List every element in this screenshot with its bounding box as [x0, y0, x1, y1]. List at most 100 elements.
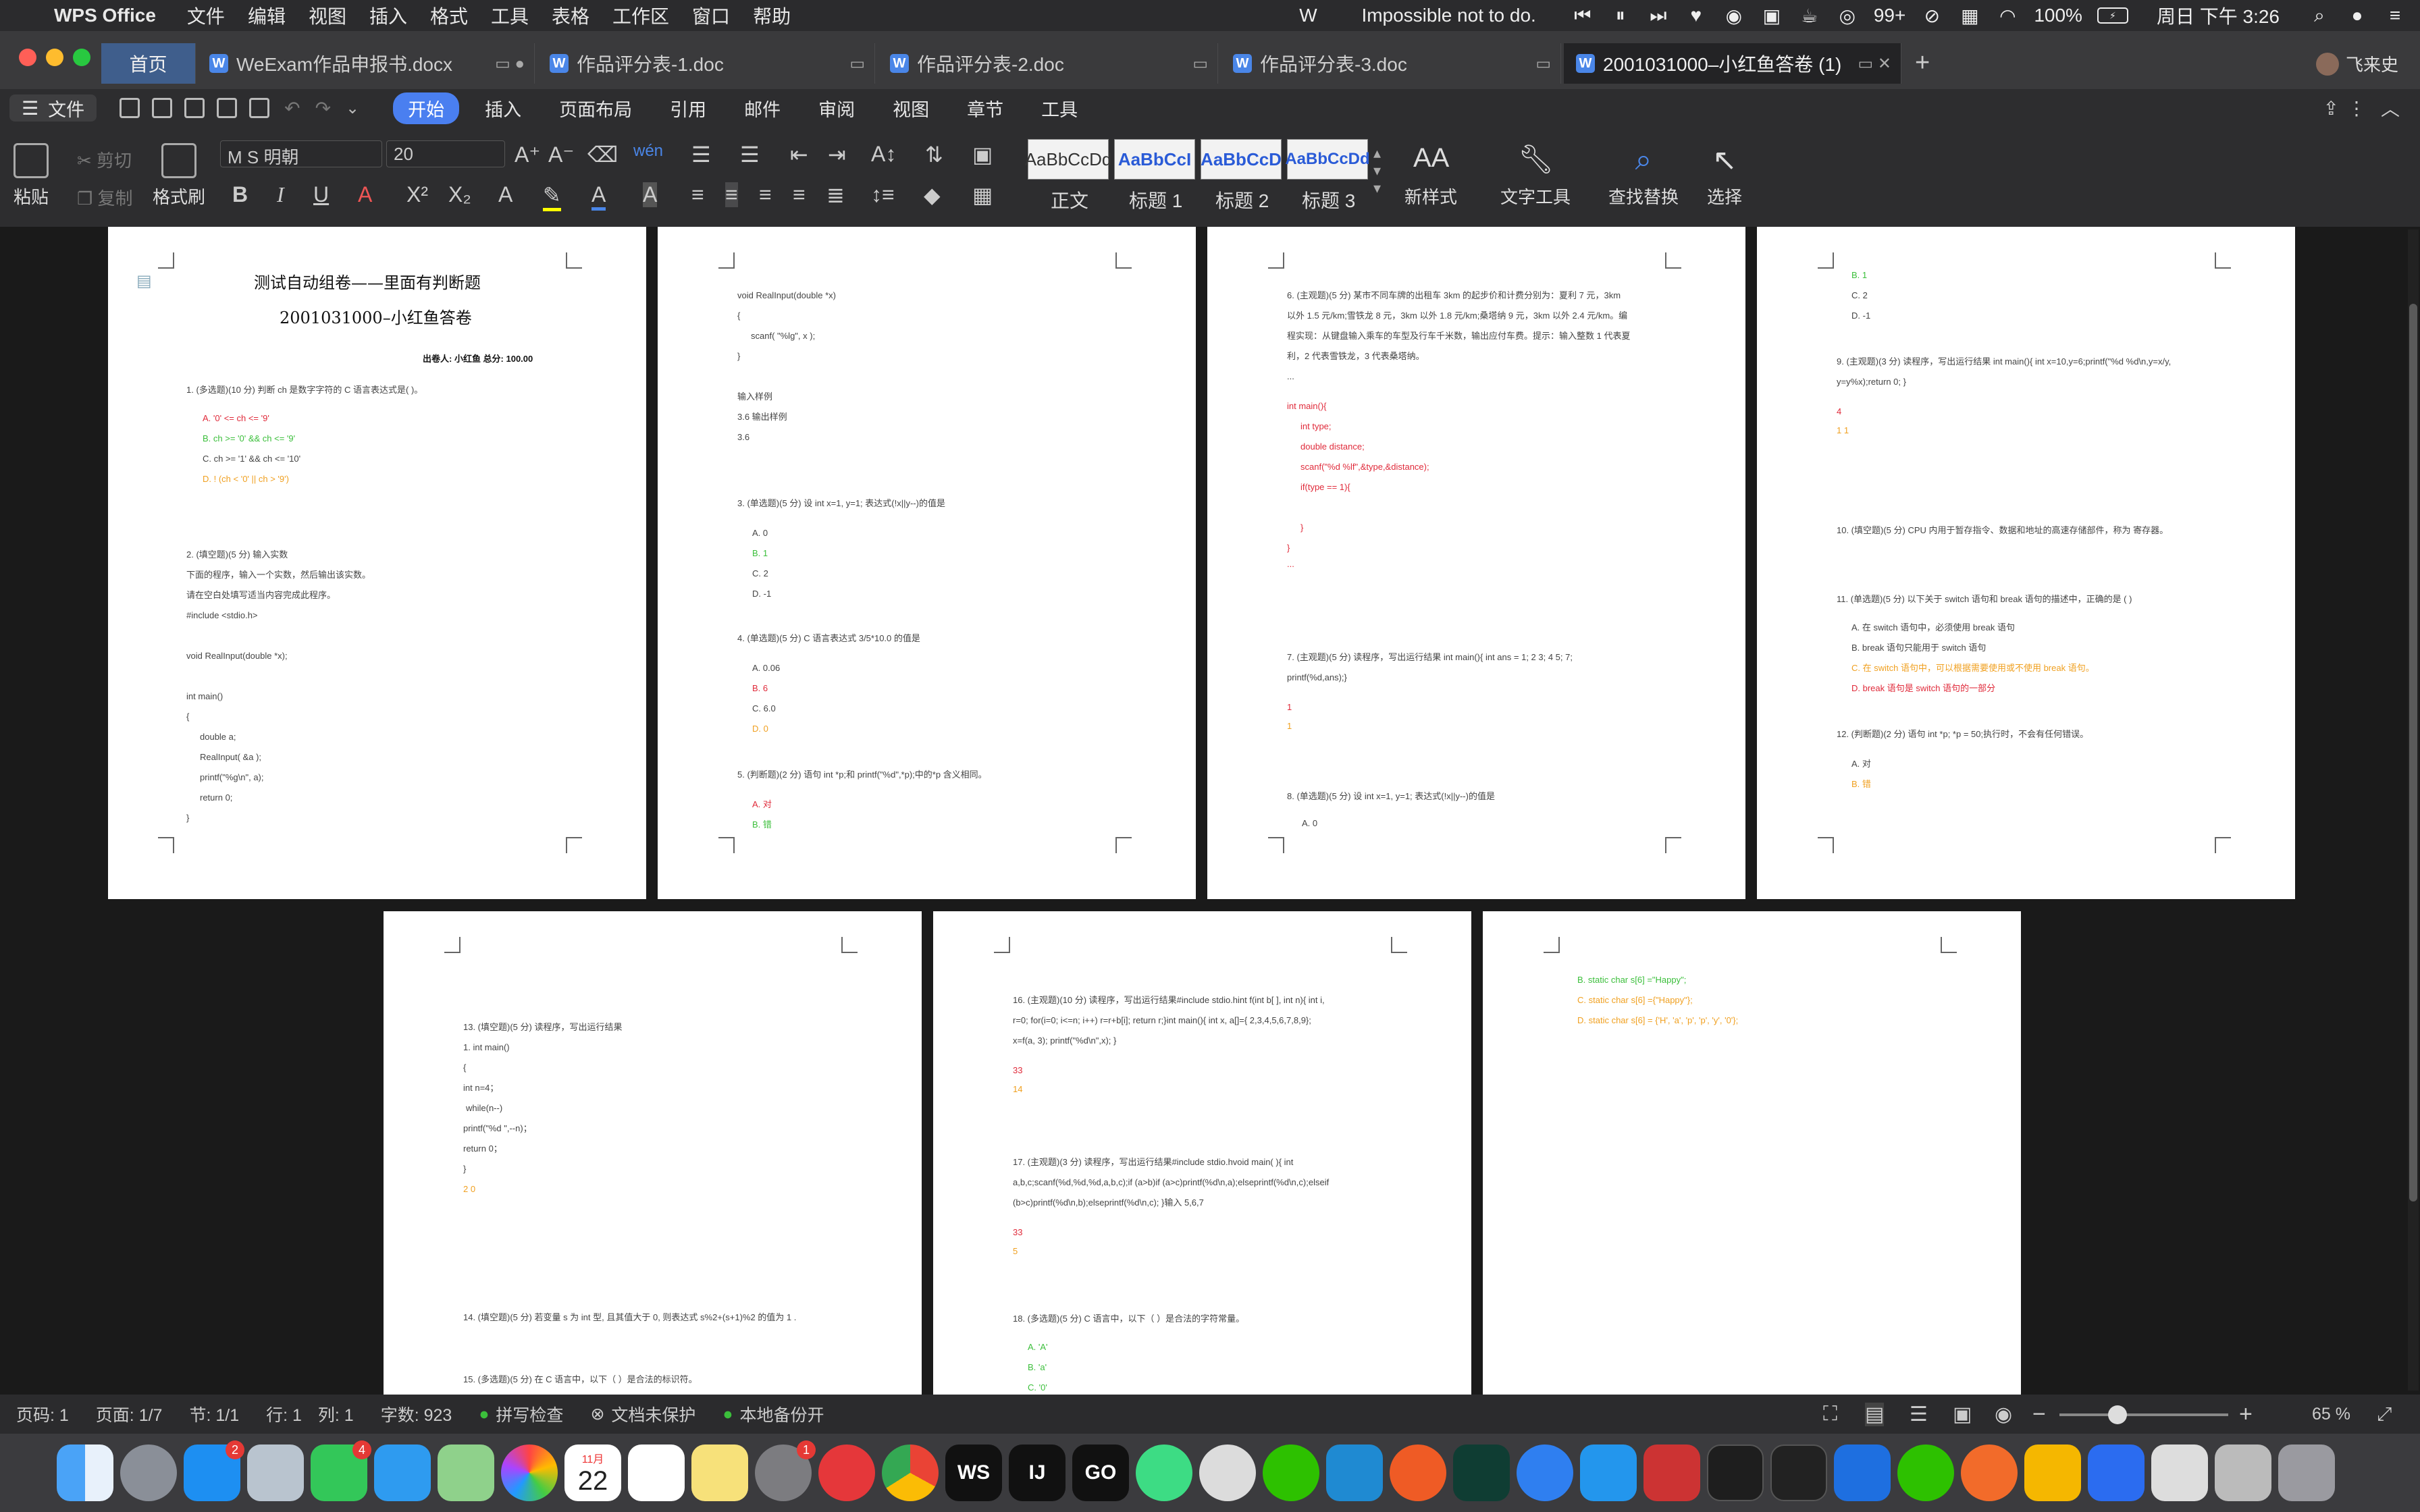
intellij-icon[interactable]: IJ: [1009, 1444, 1066, 1501]
underline-icon[interactable]: U: [313, 182, 329, 207]
document-page-4[interactable]: B. 1 C. 2 D. -1 9. (主观题)(3 分) 读程序，写出运行结果…: [1757, 227, 2295, 899]
align-right-icon[interactable]: ≡: [759, 182, 772, 207]
style-heading1[interactable]: AaBbCcI: [1114, 139, 1195, 180]
clock[interactable]: 周日 下午 3:26: [2157, 2, 2280, 29]
maps-icon[interactable]: [438, 1444, 494, 1501]
grow-font-icon[interactable]: A⁺: [515, 142, 540, 167]
undo-icon[interactable]: ↶: [284, 97, 300, 119]
mute-icon[interactable]: ⊘: [1920, 4, 1943, 27]
text-effect-icon[interactable]: A: [498, 182, 512, 207]
copy-button[interactable]: ❐ 复制: [77, 185, 133, 210]
menu-table[interactable]: 表格: [552, 2, 589, 29]
bullets-icon[interactable]: ☰: [691, 142, 711, 167]
customize-chevron-icon[interactable]: ⌄: [346, 99, 359, 118]
menu-format[interactable]: 格式: [430, 2, 468, 29]
line-spacing-icon[interactable]: ↕≡: [871, 182, 895, 207]
vertical-scrollbar[interactable]: [2408, 230, 2419, 1390]
wechat-icon-2[interactable]: [1897, 1444, 1954, 1501]
siri-icon[interactable]: ●: [2346, 4, 2369, 27]
screen-icon[interactable]: ▣: [1760, 4, 1783, 27]
messages-icon[interactable]: [374, 1444, 431, 1501]
numbering-icon[interactable]: ☰: [740, 142, 760, 167]
status-words[interactable]: 字数: 923: [381, 1402, 452, 1426]
document-page-2[interactable]: void RealInput(double *x) { scanf( "%lg"…: [658, 227, 1196, 899]
chrome-icon[interactable]: [882, 1444, 939, 1501]
web-view-icon[interactable]: ▣: [1953, 1403, 1972, 1426]
facetime-icon[interactable]: 4: [311, 1440, 371, 1501]
find-replace-button[interactable]: ⌕ 查找替换: [1608, 143, 1679, 209]
calendar-icon[interactable]: 11月 22: [564, 1444, 621, 1501]
notification-badge[interactable]: 99+: [1874, 5, 1906, 26]
menu-tools[interactable]: 工具: [491, 2, 529, 29]
sort-icon[interactable]: ⇅: [925, 142, 943, 167]
document-stack-icon[interactable]: [2151, 1444, 2208, 1501]
minimize-window-button[interactable]: [46, 49, 63, 66]
photos-icon[interactable]: [501, 1444, 558, 1501]
increase-indent-icon[interactable]: ⇥: [828, 142, 846, 167]
search-icon[interactable]: ⌕: [2308, 4, 2331, 27]
launchpad-icon[interactable]: [120, 1444, 177, 1501]
menu-file[interactable]: 文件: [187, 2, 225, 29]
shading-icon[interactable]: ◆: [924, 182, 941, 208]
align-left-icon[interactable]: ≡: [691, 182, 704, 207]
scrollbar-thumb[interactable]: [2409, 304, 2417, 1202]
distribute-icon[interactable]: ≣: [826, 182, 845, 208]
style-heading2[interactable]: AaBbCcD: [1201, 139, 1282, 180]
more-icon[interactable]: ⋮: [2347, 97, 2366, 119]
zoom-level[interactable]: 65 %: [2312, 1405, 2350, 1424]
backup-icon[interactable]: ●: [722, 1405, 733, 1424]
print-preview-icon[interactable]: [249, 98, 270, 118]
bold-icon[interactable]: B: [232, 182, 248, 207]
wps-status-icon[interactable]: W: [1296, 4, 1319, 27]
pencil-app-icon[interactable]: [1961, 1444, 2018, 1501]
clear-format-icon[interactable]: ⌫: [587, 142, 618, 167]
shrink-font-icon[interactable]: A⁻: [548, 142, 574, 167]
text-tools-button[interactable]: 🔧︎ 文字工具: [1500, 143, 1571, 209]
justify-icon[interactable]: ≡: [793, 182, 806, 207]
document-page-1[interactable]: ▤ 测试自动组卷——里面有判断题 2001031000–小红鱼答卷 出卷人: 小…: [108, 227, 646, 899]
coffee-icon[interactable]: ☕: [1798, 4, 1821, 27]
appstore-icon[interactable]: 2: [184, 1440, 244, 1501]
postman-icon[interactable]: [1390, 1444, 1446, 1501]
document-canvas[interactable]: ▤ 测试自动组卷——里面有判断题 2001031000–小红鱼答卷 出卷人: 小…: [0, 227, 2420, 1395]
eye-protect-icon[interactable]: ◉: [1995, 1403, 2012, 1426]
outline-view-icon[interactable]: ☰: [1910, 1403, 1928, 1426]
tab-page-layout[interactable]: 页面布局: [559, 95, 632, 122]
document-page-7[interactable]: B. static char s[6] ="Happy"; C. static …: [1483, 911, 2021, 1395]
grid-icon[interactable]: ▦: [1958, 4, 1981, 27]
strikethrough-icon[interactable]: A: [358, 182, 372, 207]
pause-icon[interactable]: ⏸: [1609, 4, 1632, 27]
close-window-button[interactable]: [19, 49, 36, 66]
zoom-in-button[interactable]: +: [2239, 1401, 2253, 1428]
user-account[interactable]: 飞来史: [2316, 51, 2398, 76]
redo-icon[interactable]: ↷: [315, 97, 331, 119]
zoom-slider[interactable]: [2059, 1405, 2228, 1424]
close-tab-icon[interactable]: ▭ ✕: [1858, 54, 1891, 74]
android-studio-icon[interactable]: [1136, 1444, 1192, 1501]
font-color-icon[interactable]: A: [591, 182, 606, 211]
tab-document[interactable]: W 作品评分表-3.doc ▭: [1221, 43, 1561, 84]
menu-workspace[interactable]: 工作区: [612, 2, 669, 29]
cut-button[interactable]: ✂ 剪切: [77, 147, 132, 172]
tab-home[interactable]: 首页: [101, 43, 196, 84]
gitkraken-icon[interactable]: [1453, 1444, 1510, 1501]
heart-icon[interactable]: ♥: [1685, 4, 1708, 27]
borders-icon[interactable]: ▦: [972, 182, 993, 208]
wechat-dock-icon[interactable]: [1263, 1444, 1319, 1501]
share-icon[interactable]: ⇪: [2323, 97, 2339, 119]
show-marks-icon[interactable]: ▣: [972, 142, 993, 167]
location-icon[interactable]: [1517, 1444, 1573, 1501]
tab-view[interactable]: 视图: [893, 95, 929, 122]
add-tab-button[interactable]: +: [1915, 49, 1930, 78]
tab-document[interactable]: W WeExam作品申报书.docx ▭ ●: [197, 43, 535, 84]
spellcheck-toggle[interactable]: 拼写检查: [496, 1402, 563, 1426]
document-page-6[interactable]: 16. (主观题)(10 分) 读程序，写出运行结果#include stdio…: [933, 911, 1471, 1395]
bluetooth-icon[interactable]: [1834, 1444, 1891, 1501]
terminal-chat-icon[interactable]: [1199, 1444, 1256, 1501]
open-folder-icon[interactable]: [120, 98, 140, 118]
document-page-3[interactable]: 6. (主观题)(5 分) 某市不同车牌的出租车 3km 的起步价和计费分别为：…: [1207, 227, 1745, 899]
menu-edit[interactable]: 编辑: [248, 2, 286, 29]
export-pdf-icon[interactable]: [184, 98, 205, 118]
goland-icon[interactable]: GO: [1072, 1444, 1129, 1501]
maximize-window-button[interactable]: [73, 49, 90, 66]
